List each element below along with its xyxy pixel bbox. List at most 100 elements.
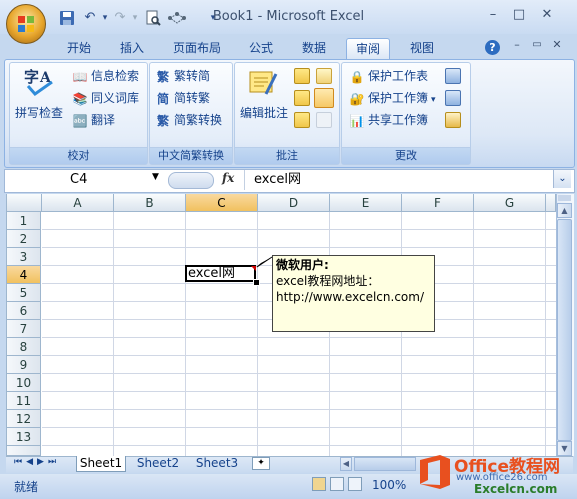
normal-view-icon[interactable] <box>312 477 326 491</box>
show-all-comments-icon[interactable] <box>314 88 334 108</box>
allow-edit-ranges-icon[interactable] <box>445 90 461 106</box>
expand-formula-bar-icon[interactable]: ⌄ <box>553 170 571 188</box>
name-box[interactable]: C4 ▼ <box>6 171 164 189</box>
close-button[interactable]: ✕ <box>537 8 557 24</box>
ribbon-close-button[interactable]: ✕ <box>547 38 567 54</box>
gridline <box>42 391 556 392</box>
gridline <box>42 445 556 446</box>
row-header-6[interactable]: 6 <box>7 302 41 320</box>
comment-line-1: excel教程网地址： <box>276 274 380 288</box>
protect-workbook-button[interactable]: 🔐 保护工作簿 ▾ <box>349 89 436 107</box>
tab-home[interactable]: 开始 <box>61 38 97 58</box>
brand-line-3: Excelcn.com <box>474 482 558 496</box>
row-header-14[interactable] <box>7 446 41 456</box>
tab-data[interactable]: 数据 <box>296 38 332 58</box>
tab-page-layout[interactable]: 页面布局 <box>168 38 226 58</box>
column-header-g[interactable]: G <box>474 194 546 212</box>
formula-input[interactable]: excel网 <box>254 171 301 189</box>
thesaurus-icon: 📚 <box>72 91 88 106</box>
spellcheck-button[interactable]: 拼写检查 <box>15 104 63 121</box>
row-header-9[interactable]: 9 <box>7 356 41 374</box>
row-header-12[interactable]: 12 <box>7 410 41 428</box>
column-header-d[interactable]: D <box>258 194 330 212</box>
to-simplified-button[interactable]: 繁繁转简 <box>155 67 210 85</box>
to-simplified-icon: 繁 <box>156 69 169 84</box>
show-ink-icon[interactable] <box>316 112 332 128</box>
column-header-c[interactable]: C <box>186 194 258 212</box>
tab-review[interactable]: 审阅 <box>346 38 390 59</box>
cell-c4[interactable]: excel网 <box>185 265 256 282</box>
convert-chinese-button[interactable]: 繁简繁转换 <box>155 111 222 129</box>
protect-sheet-button[interactable]: 🔒 保护工作表 <box>349 67 429 85</box>
sheet-tab-2[interactable]: Sheet2 <box>133 456 183 471</box>
protect-workbook-icon: 🔐 <box>349 91 365 106</box>
to-traditional-button[interactable]: 简简转繁 <box>155 89 210 107</box>
tab-view[interactable]: 视图 <box>404 38 440 58</box>
insert-sheet-icon[interactable]: ✦ <box>252 457 270 470</box>
insert-function-button[interactable]: fx <box>222 171 242 189</box>
previous-comment-icon[interactable] <box>294 90 310 106</box>
row-header-2[interactable]: 2 <box>7 230 41 248</box>
gridline <box>42 247 556 248</box>
horizontal-scroll-thumb[interactable] <box>354 457 416 471</box>
row-header-11[interactable]: 11 <box>7 392 41 410</box>
minimize-button[interactable]: – <box>483 8 503 24</box>
help-icon[interactable]: ? <box>485 40 500 55</box>
row-header-5[interactable]: 5 <box>7 284 41 302</box>
row-header-1[interactable]: 1 <box>7 212 41 230</box>
sheet-tab-3[interactable]: Sheet3 <box>192 456 242 471</box>
edit-comment-button[interactable]: 编辑批注 <box>240 104 288 121</box>
share-workbook-button[interactable]: 📊 共享工作簿 <box>349 111 429 129</box>
sheet-tab-1[interactable]: Sheet1 <box>76 456 126 472</box>
column-header-a[interactable]: A <box>42 194 114 212</box>
select-all-button[interactable] <box>7 194 42 212</box>
formula-bar-resize-handle[interactable] <box>168 172 214 189</box>
research-button[interactable]: 📖 信息检索 <box>72 67 140 85</box>
show-comment-icon[interactable] <box>316 68 332 84</box>
gridline <box>113 212 114 456</box>
tab-formulas[interactable]: 公式 <box>243 38 279 58</box>
translate-button[interactable]: 🔤 翻译 <box>72 111 116 129</box>
scroll-left-button[interactable]: ◀ <box>340 457 352 471</box>
scroll-up-button[interactable]: ▲ <box>557 203 572 218</box>
row-header-7[interactable]: 7 <box>7 320 41 338</box>
scroll-thumb[interactable] <box>557 219 572 441</box>
cell-comment-box[interactable]: 微软用户: excel教程网地址： http://www.excelcn.com… <box>272 255 435 332</box>
tab-insert[interactable]: 插入 <box>114 38 150 58</box>
group-label-proofing: 校对 <box>10 147 147 164</box>
name-box-dropdown-icon[interactable]: ▼ <box>152 172 159 182</box>
research-icon: 📖 <box>72 69 88 84</box>
gridline <box>401 212 402 456</box>
row-header-8[interactable]: 8 <box>7 338 41 356</box>
office-button[interactable] <box>6 4 46 44</box>
protect-share-icon[interactable] <box>445 68 461 84</box>
row-header-10[interactable]: 10 <box>7 374 41 392</box>
column-header-h[interactable] <box>546 194 556 212</box>
group-label-changes: 更改 <box>342 147 470 164</box>
maximize-button[interactable]: □ <box>509 8 529 24</box>
sheet-nav-icons[interactable]: ⏮◀▶⏭ <box>14 457 60 467</box>
row-header-4[interactable]: 4 <box>7 266 41 284</box>
fill-handle[interactable] <box>253 279 260 286</box>
column-header-f[interactable]: F <box>402 194 474 212</box>
column-header-b[interactable]: B <box>114 194 186 212</box>
row-header-3[interactable]: 3 <box>7 248 41 266</box>
delete-comment-icon[interactable] <box>294 68 310 84</box>
ribbon-restore-button[interactable]: ▭ <box>527 38 547 54</box>
status-text: 就绪 <box>14 480 39 494</box>
gridline <box>185 212 186 456</box>
gridline <box>473 212 474 456</box>
track-changes-icon[interactable] <box>445 112 461 128</box>
thesaurus-button[interactable]: 📚 同义词库 <box>72 89 140 107</box>
ribbon-minimize-button[interactable]: – <box>507 38 527 54</box>
split-box[interactable] <box>558 195 571 201</box>
edit-comment-icon[interactable] <box>248 68 278 98</box>
spellcheck-icon[interactable]: 字A <box>22 66 58 98</box>
next-comment-icon[interactable] <box>294 112 310 128</box>
page-layout-view-icon[interactable] <box>330 477 344 491</box>
zoom-level[interactable]: 100% <box>372 478 406 492</box>
column-header-e[interactable]: E <box>330 194 402 212</box>
row-header-13[interactable]: 13 <box>7 428 41 446</box>
translate-icon: 🔤 <box>72 113 88 128</box>
page-break-view-icon[interactable] <box>348 477 362 491</box>
